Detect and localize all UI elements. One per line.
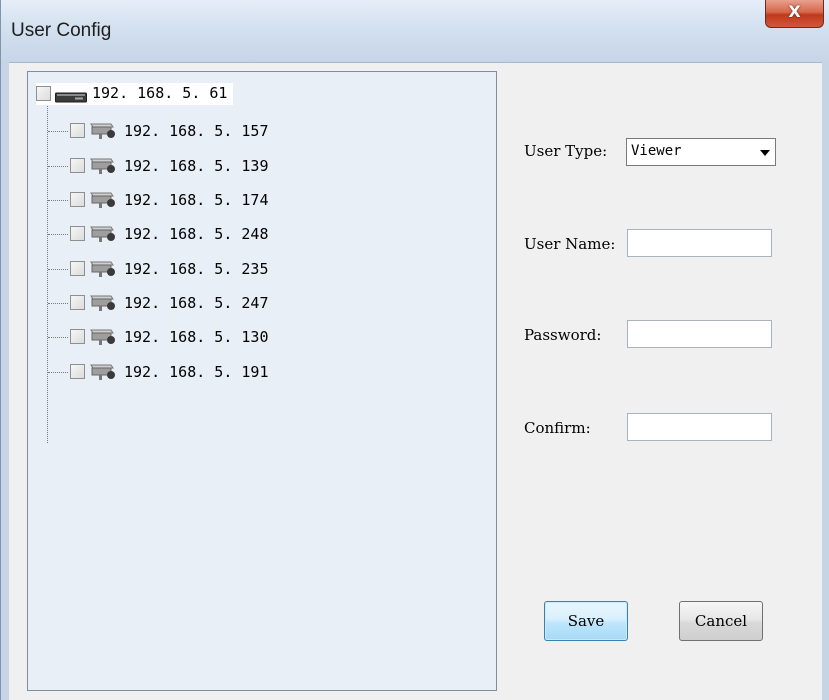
- tree-branch-line: [48, 337, 68, 338]
- tree-item-label: 192. 168. 5. 157: [124, 122, 269, 140]
- camera-icon: [89, 224, 119, 249]
- chevron-down-icon[interactable]: [760, 150, 770, 156]
- user-config-dialog: User Config X 192. 168. 5. 61 192. 168. …: [0, 0, 829, 700]
- tree-branch-line: [48, 234, 68, 235]
- tree-item-label: 192. 168. 5. 248: [124, 225, 269, 243]
- tree-item-label: 192. 168. 5. 191: [124, 363, 269, 381]
- tree-branch-line: [48, 131, 68, 132]
- save-button[interactable]: Save: [544, 601, 628, 641]
- user-name-field[interactable]: [627, 229, 772, 257]
- tree-item-checkbox[interactable]: [70, 364, 85, 379]
- dvr-icon: [55, 90, 87, 108]
- user-type-label: User Type:: [524, 142, 608, 160]
- tree-item-label: 192. 168. 5. 235: [124, 260, 269, 278]
- tree-item-label: 192. 168. 5. 139: [124, 157, 269, 175]
- tree-root-label: 192. 168. 5. 61: [92, 84, 228, 102]
- password-label: Password:: [524, 326, 602, 344]
- tree-branch-line: [48, 269, 68, 270]
- tree-item-label: 192. 168. 5. 174: [124, 191, 269, 209]
- tree-branch-line: [48, 200, 68, 201]
- confirm-password-field[interactable]: [627, 413, 772, 441]
- camera-icon: [89, 259, 119, 284]
- tree-item-label: 192. 168. 5. 130: [124, 328, 269, 346]
- tree-item-checkbox[interactable]: [70, 329, 85, 344]
- confirm-label: Confirm:: [524, 419, 591, 437]
- tree-item-checkbox[interactable]: [70, 192, 85, 207]
- cancel-button[interactable]: Cancel: [679, 601, 763, 641]
- tree-branch-line: [48, 372, 68, 373]
- camera-icon: [89, 362, 119, 387]
- tree-branch-line: [48, 303, 68, 304]
- tree-item-checkbox[interactable]: [70, 158, 85, 173]
- camera-icon: [89, 156, 119, 181]
- tree-branch-line: [48, 166, 68, 167]
- tree-connector-line: [47, 104, 48, 443]
- window-title: User Config: [11, 20, 112, 41]
- tree-item-checkbox[interactable]: [70, 123, 85, 138]
- device-tree[interactable]: 192. 168. 5. 61 192. 168. 5. 157 192. 16…: [27, 71, 497, 691]
- user-name-label: User Name:: [524, 235, 616, 253]
- tree-root-node[interactable]: 192. 168. 5. 61: [36, 83, 233, 105]
- close-icon: X: [788, 2, 801, 21]
- tree-item-checkbox[interactable]: [70, 261, 85, 276]
- title-bar[interactable]: User Config X: [1, 0, 829, 62]
- tree-root-checkbox[interactable]: [36, 86, 51, 101]
- user-type-select[interactable]: Viewer: [626, 138, 776, 166]
- camera-icon: [89, 121, 119, 146]
- tree-item-checkbox[interactable]: [70, 226, 85, 241]
- tree-item-checkbox[interactable]: [70, 295, 85, 310]
- dialog-body: 192. 168. 5. 61 192. 168. 5. 157 192. 16…: [9, 62, 822, 700]
- tree-item-label: 192. 168. 5. 247: [124, 294, 269, 312]
- camera-icon: [89, 293, 119, 318]
- password-field[interactable]: [627, 320, 772, 348]
- camera-icon: [89, 190, 119, 215]
- camera-icon: [89, 327, 119, 352]
- user-type-value: Viewer: [631, 143, 682, 159]
- close-button[interactable]: X: [765, 0, 824, 28]
